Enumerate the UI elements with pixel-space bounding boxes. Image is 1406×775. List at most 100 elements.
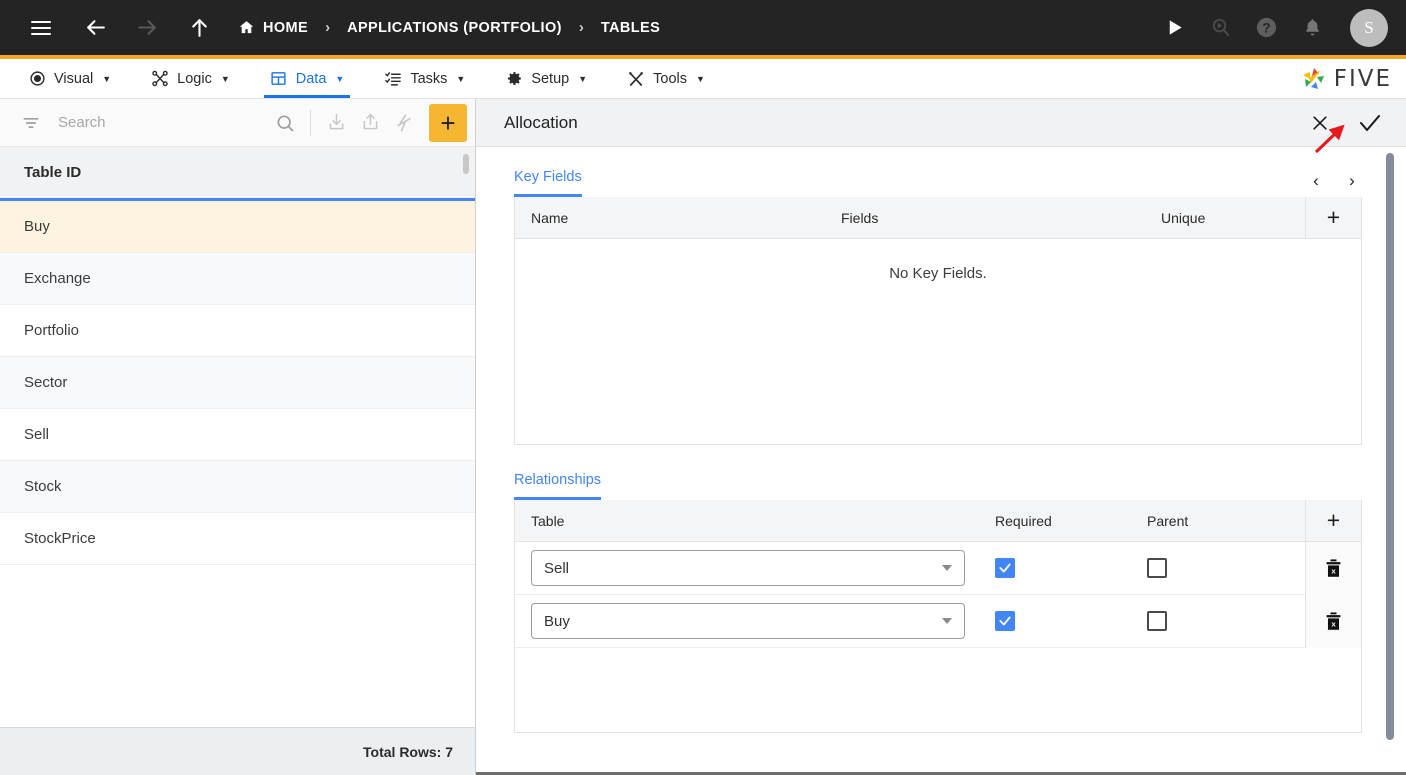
menu-label-data: Data bbox=[295, 70, 327, 87]
add-relationship-button[interactable]: + bbox=[1305, 499, 1361, 542]
svg-text:x: x bbox=[1331, 619, 1336, 628]
add-key-field-button[interactable]: + bbox=[1305, 196, 1361, 239]
relationship-table-select[interactable]: Sell bbox=[531, 550, 965, 586]
list-item[interactable]: Portfolio bbox=[0, 305, 475, 357]
breadcrumb-item-tables[interactable]: TABLES bbox=[601, 20, 660, 36]
list-toolbar: + bbox=[0, 99, 475, 147]
arrow-right-icon bbox=[126, 7, 168, 49]
column-header-table: Table bbox=[531, 512, 565, 529]
lightning-icon[interactable] bbox=[387, 106, 421, 140]
chevron-right-icon[interactable]: › bbox=[1342, 171, 1362, 191]
arrow-up-icon[interactable] bbox=[178, 7, 220, 49]
tables-list: Buy Exchange Portfolio Sector Sell Stock… bbox=[0, 201, 475, 727]
tables-list-panel: + Table ID Buy Exchange Portfolio Sector… bbox=[0, 99, 476, 775]
breadcrumb-label-tables: TABLES bbox=[600, 19, 661, 36]
search-input[interactable] bbox=[48, 114, 268, 131]
application-window: HOME › APPLICATIONS (PORTFOLIO) › TABLES… bbox=[0, 0, 1406, 775]
chevron-down-icon: ▼ bbox=[220, 73, 230, 84]
key-fields-empty-message: No Key Fields. bbox=[889, 265, 987, 282]
list-item-label: Stock bbox=[24, 478, 62, 495]
column-header-table-id: Table ID bbox=[24, 164, 82, 181]
export-icon[interactable] bbox=[353, 106, 387, 140]
list-item-label: Sell bbox=[24, 426, 50, 443]
close-icon[interactable] bbox=[1308, 111, 1332, 135]
chevron-down-icon: ▼ bbox=[696, 73, 705, 84]
list-item[interactable]: Sell bbox=[0, 409, 475, 461]
relationships-table-header: Table Required Parent + bbox=[515, 499, 1361, 542]
breadcrumb-label-applications: APPLICATIONS (PORTFOLIO) bbox=[347, 19, 562, 36]
gear-icon bbox=[505, 70, 523, 88]
page-title: Allocation bbox=[504, 112, 578, 132]
delete-relationship-button[interactable]: x bbox=[1305, 594, 1361, 648]
toolbar-divider bbox=[310, 109, 311, 136]
avatar[interactable]: S bbox=[1350, 8, 1388, 47]
top-navigation-bar: HOME › APPLICATIONS (PORTFOLIO) › TABLES… bbox=[0, 0, 1406, 55]
tab-key-fields[interactable]: Key Fields bbox=[514, 169, 582, 197]
chevron-down-icon bbox=[942, 618, 952, 624]
detail-scrollbar[interactable] bbox=[1386, 153, 1394, 764]
chevron-left-icon[interactable]: ‹ bbox=[1306, 171, 1326, 191]
list-item[interactable]: Stock bbox=[0, 461, 475, 513]
required-checkbox[interactable] bbox=[995, 558, 1015, 578]
menu-item-tools[interactable]: Tools ▼ bbox=[613, 59, 719, 98]
column-header-name: Name bbox=[531, 209, 569, 226]
trash-icon: x bbox=[1326, 558, 1341, 577]
relationships-table: Table Required Parent + Sell x Buy x bbox=[514, 499, 1362, 733]
detail-panel-actions bbox=[1308, 111, 1382, 135]
add-table-button[interactable]: + bbox=[429, 103, 467, 142]
breadcrumb-label-home: HOME bbox=[263, 19, 309, 36]
key-fields-table-header: Name Fields Unique + bbox=[515, 196, 1361, 239]
menu-item-setup[interactable]: Setup ▼ bbox=[491, 59, 601, 98]
menu-label-tools: Tools bbox=[653, 70, 687, 87]
parent-cell bbox=[1147, 611, 1167, 631]
relationship-table-select[interactable]: Buy bbox=[531, 603, 965, 639]
parent-checkbox[interactable] bbox=[1147, 558, 1167, 578]
svg-text:x: x bbox=[1331, 566, 1336, 575]
required-checkbox[interactable] bbox=[995, 611, 1015, 631]
search-icon[interactable] bbox=[268, 106, 302, 140]
list-item[interactable]: Exchange bbox=[0, 253, 475, 305]
save-check-button[interactable] bbox=[1358, 111, 1382, 135]
breadcrumb-item-home[interactable]: HOME bbox=[238, 19, 308, 36]
main-menu-bar: Visual ▼ Logic ▼ Data ▼ Tasks ▼ Setup ▼ … bbox=[0, 59, 1406, 99]
menu-item-data[interactable]: Data ▼ bbox=[256, 59, 359, 98]
menu-item-visual[interactable]: Visual ▼ bbox=[14, 59, 125, 98]
search-run-icon[interactable] bbox=[1200, 8, 1240, 48]
menu-item-tasks[interactable]: Tasks ▼ bbox=[370, 59, 479, 98]
list-item[interactable]: Sector bbox=[0, 357, 475, 409]
list-item-label: Exchange bbox=[24, 270, 91, 287]
section-pager: ‹ › bbox=[1306, 171, 1362, 197]
breadcrumb-separator: › bbox=[325, 19, 331, 36]
menu-label-tasks: Tasks bbox=[410, 70, 448, 87]
tab-relationships[interactable]: Relationships bbox=[514, 472, 602, 500]
table-grid-icon bbox=[270, 70, 288, 88]
list-item-label: Portfolio bbox=[24, 322, 80, 339]
hamburger-menu-icon[interactable] bbox=[20, 7, 62, 49]
table-detail-panel: Allocation Key Fields ‹ › Name Fields Un… bbox=[476, 99, 1406, 775]
notifications-bell-icon[interactable] bbox=[1292, 8, 1332, 48]
arrow-left-icon[interactable] bbox=[74, 7, 116, 49]
list-scrollbar-thumb[interactable] bbox=[463, 154, 469, 174]
delete-relationship-button[interactable]: x bbox=[1305, 541, 1361, 595]
parent-cell bbox=[1147, 558, 1167, 578]
menu-item-logic[interactable]: Logic ▼ bbox=[137, 59, 244, 98]
breadcrumb-separator: › bbox=[578, 19, 584, 36]
parent-checkbox[interactable] bbox=[1147, 611, 1167, 631]
import-icon[interactable] bbox=[319, 106, 353, 140]
detail-scrollbar-thumb[interactable] bbox=[1386, 153, 1394, 740]
list-column-header: Table ID bbox=[0, 147, 475, 201]
filter-icon[interactable] bbox=[14, 106, 48, 140]
run-icon[interactable] bbox=[1154, 8, 1194, 48]
breadcrumb-item-applications[interactable]: APPLICATIONS (PORTFOLIO) bbox=[347, 20, 562, 36]
svg-text:?: ? bbox=[1262, 20, 1270, 35]
brand-logo: FIVE bbox=[1299, 59, 1406, 98]
list-item[interactable]: StockPrice bbox=[0, 513, 475, 565]
help-icon[interactable]: ? bbox=[1246, 8, 1286, 48]
list-item-label: Buy bbox=[24, 218, 50, 235]
total-rows-label: Total Rows: 7 bbox=[363, 743, 453, 760]
list-item[interactable]: Buy bbox=[0, 201, 475, 253]
chevron-down-icon: ▼ bbox=[456, 73, 466, 84]
total-rows-footer: Total Rows: 7 bbox=[0, 727, 475, 775]
table-row: Sell x bbox=[515, 541, 1361, 595]
menu-label-setup: Setup bbox=[531, 70, 570, 87]
